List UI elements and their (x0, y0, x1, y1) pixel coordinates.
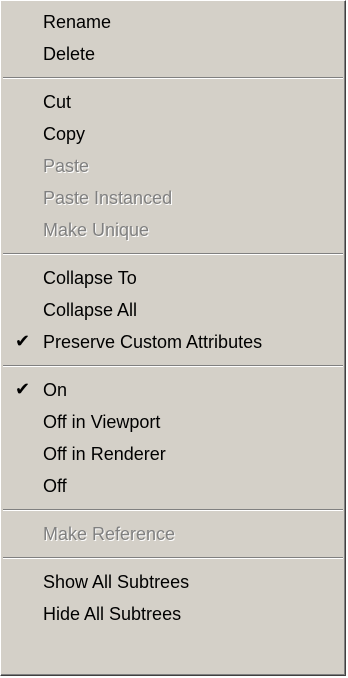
menu-item-label: Off in Renderer (43, 444, 166, 464)
menu-item-hide-all-subtrees[interactable]: Hide All Subtrees (1, 598, 345, 630)
menu-item-show-all-subtrees[interactable]: Show All Subtrees (1, 566, 345, 598)
menu-item-label: Off in Viewport (43, 412, 161, 432)
checkmark-icon: ✔ (15, 331, 31, 352)
menu-item-label: Show All Subtrees (43, 572, 190, 592)
menu-separator (1, 358, 345, 374)
menu-item-label: Cut (43, 92, 72, 112)
checkmark-icon: ✔ (15, 379, 31, 400)
menu-separator (1, 550, 345, 566)
menu-item-label: Make Unique (43, 220, 150, 240)
menu-separator (1, 246, 345, 262)
menu-item-cut[interactable]: Cut (1, 86, 345, 118)
menu-item-label: Preserve Custom Attributes (43, 332, 263, 352)
menu-item-label: On (43, 380, 68, 400)
menu-item-collapse-to[interactable]: Collapse To (1, 262, 345, 294)
menu-item-label: Copy (43, 124, 86, 144)
menu-item-on[interactable]: ✔ On (1, 374, 345, 406)
menu-item-label: Collapse To (43, 268, 137, 288)
menu-item-off-in-viewport[interactable]: Off in Viewport (1, 406, 345, 438)
menu-item-delete[interactable]: Delete (1, 38, 345, 70)
menu-item-label: Paste Instanced (43, 188, 173, 208)
menu-item-label: Make Reference (43, 524, 176, 544)
context-menu: Rename Delete Cut Copy Paste Paste Insta… (0, 0, 346, 676)
menu-item-label: Paste (43, 156, 90, 176)
menu-item-rename[interactable]: Rename (1, 6, 345, 38)
menu-item-label: Off (43, 476, 67, 496)
menu-item-preserve-custom-attributes[interactable]: ✔ Preserve Custom Attributes (1, 326, 345, 358)
menu-item-paste-instanced: Paste Instanced (1, 182, 345, 214)
menu-item-label: Collapse All (43, 300, 138, 320)
menu-item-copy[interactable]: Copy (1, 118, 345, 150)
menu-item-make-reference: Make Reference (1, 518, 345, 550)
menu-item-paste: Paste (1, 150, 345, 182)
menu-item-label: Delete (43, 44, 96, 64)
menu-item-collapse-all[interactable]: Collapse All (1, 294, 345, 326)
menu-item-make-unique: Make Unique (1, 214, 345, 246)
menu-separator (1, 502, 345, 518)
menu-item-label: Rename (43, 12, 112, 32)
menu-separator (1, 70, 345, 86)
menu-item-off-in-renderer[interactable]: Off in Renderer (1, 438, 345, 470)
menu-item-label: Hide All Subtrees (43, 604, 182, 624)
menu-item-off[interactable]: Off (1, 470, 345, 502)
